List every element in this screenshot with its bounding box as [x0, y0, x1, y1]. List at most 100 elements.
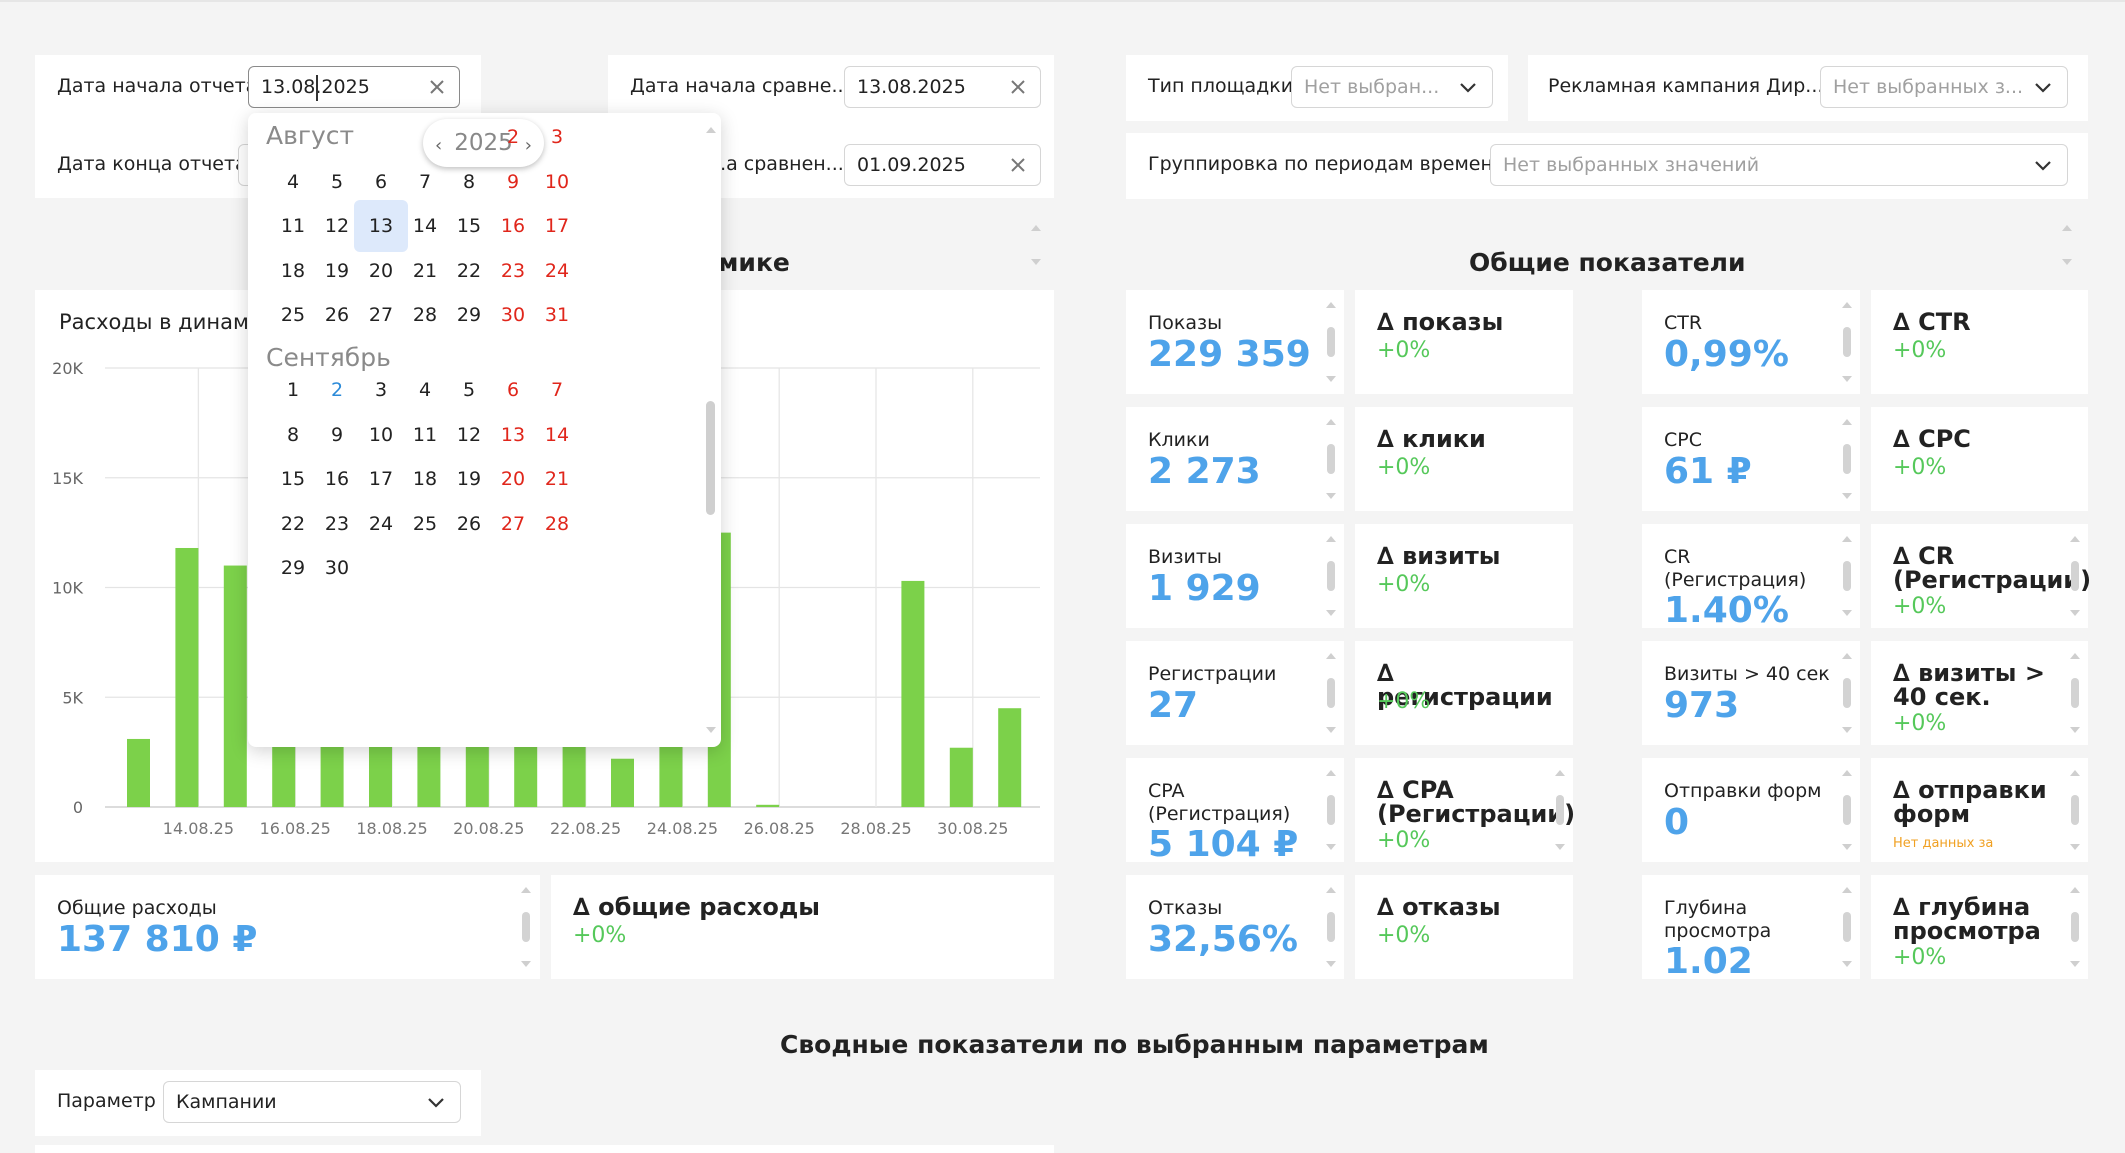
card-scrollbar[interactable] [1326, 419, 1336, 499]
calendar-day[interactable]: 28 [530, 498, 584, 550]
delta-value: +0% [1893, 455, 1947, 480]
summary-section-title: Сводные показатели по выбранным параметр… [780, 1030, 1489, 1059]
metric-label: Визиты > 40 сек [1664, 663, 1830, 685]
card-scrollbar[interactable] [1326, 653, 1336, 733]
metric-value: 1 929 [1148, 568, 1261, 609]
card-scrollbar[interactable] [1326, 302, 1336, 382]
card-scrollbar[interactable] [2070, 887, 2080, 967]
card-scrollbar[interactable] [1555, 770, 1565, 850]
metric-ctr: CTR 0,99% [1642, 290, 1860, 394]
chevron-down-icon [428, 1098, 444, 1108]
metric-delta-form-submissions: ∆ отправки форм Нет данных за [1871, 758, 2088, 862]
delta-value: +0% [1377, 338, 1431, 363]
chevron-left-icon[interactable]: ‹ [435, 135, 442, 156]
metric-delta-clicks: ∆ клики +0% [1355, 407, 1573, 511]
compare-end-input[interactable]: 01.09.2025 [844, 144, 1041, 186]
section-scrollbar[interactable] [2062, 225, 2072, 265]
card-scrollbar[interactable] [1842, 419, 1852, 499]
parameter-label: Параметр [57, 1090, 156, 1112]
chevron-down-icon [1460, 83, 1476, 93]
metric-cpc: CPC 61 ₽ [1642, 407, 1860, 511]
metric-clicks: Клики 2 273 [1126, 407, 1344, 511]
grouping-placeholder: Нет выбранных значений [1503, 154, 1760, 176]
metric-delta-visits-40s: ∆ визиты > 40 сек. +0% [1871, 641, 2088, 745]
card-scrollbar[interactable] [1326, 536, 1336, 616]
top-border [0, 0, 2125, 2]
card-scrollbar[interactable] [1842, 302, 1852, 382]
metric-value: 1.02 [1664, 941, 1753, 982]
metric-depth: Глубина просмотра 1.02 [1642, 875, 1860, 982]
metric-value: 2 273 [1148, 451, 1261, 492]
metric-visits-40s: Визиты > 40 сек 973 [1642, 641, 1860, 745]
card-scrollbar[interactable] [1842, 653, 1852, 733]
metric-delta-depth: ∆ глубина просмотра +0% [1871, 875, 2088, 979]
metric-value: 0 [1664, 802, 1690, 843]
metric-label: Отправки форм [1664, 780, 1822, 802]
metric-delta-ctr: ∆ CTR +0% [1871, 290, 2088, 394]
clear-icon[interactable] [1008, 77, 1028, 97]
delta-value: +0% [1377, 923, 1431, 948]
delta-label: ∆ CPC [1893, 425, 1971, 453]
grouping-label: Группировка по периодам времени [1148, 153, 1506, 175]
card-scrollbar[interactable] [2070, 653, 2080, 733]
overall-section-title: Общие показатели [1469, 248, 1746, 277]
compare-start-input[interactable]: 13.08.2025 [844, 66, 1041, 108]
delta-value: +0% [1893, 945, 1947, 970]
calendar-scrollbar[interactable] [701, 113, 719, 747]
delta-label: ∆ визиты > 40 сек. [1893, 659, 2045, 711]
delta-label: ∆ показы [1377, 308, 1504, 336]
delta-spend-value: +0% [573, 923, 627, 948]
platform-select[interactable]: Нет выбран... [1291, 66, 1493, 108]
dynamics-section-title: мике [718, 248, 790, 277]
delta-label: ∆ CTR [1893, 308, 1971, 336]
delta-value: +0% [1377, 572, 1431, 597]
delta-value: +0% [1893, 338, 1947, 363]
metric-label: Глубина просмотра [1664, 897, 1772, 942]
metric-label: Отказы [1148, 897, 1223, 919]
metric-value: 61 ₽ [1664, 451, 1752, 492]
card-scrollbar[interactable] [1842, 770, 1852, 850]
card-scrollbar[interactable] [2070, 536, 2080, 616]
parameter-panel: Параметр Кампании [35, 1070, 481, 1136]
delta-value: +0% [1377, 828, 1431, 853]
calendar-day[interactable]: 31 [530, 289, 584, 341]
card-scrollbar[interactable] [521, 887, 531, 967]
metric-value: 27 [1148, 685, 1199, 726]
card-scrollbar[interactable] [1326, 770, 1336, 850]
chevron-down-icon [2035, 83, 2051, 93]
delta-label: ∆ CPA (Регистрации) [1377, 776, 1576, 828]
campaign-select[interactable]: Нет выбранных з... [1820, 66, 2068, 108]
report-start-input[interactable]: 13.08.2025 [248, 66, 460, 108]
metric-cr: CR (Регистрация) 1.40% [1642, 524, 1860, 631]
metric-value: 229 359 [1148, 334, 1311, 375]
calendar-day[interactable]: 30 [310, 542, 364, 594]
platform-filter-panel: Тип площадки Нет выбран... [1126, 55, 1508, 121]
summary-table-top [35, 1145, 1054, 1153]
delta-label: ∆ отказы [1377, 893, 1501, 921]
metric-label: CPA (Регистрация) [1148, 780, 1291, 825]
metric-label: CR (Регистрация) [1664, 546, 1807, 591]
section-scrollbar[interactable] [1031, 225, 1041, 265]
card-scrollbar[interactable] [2070, 770, 2080, 850]
clear-icon[interactable] [427, 77, 447, 97]
platform-placeholder: Нет выбран... [1304, 76, 1440, 98]
parameter-select[interactable]: Кампании [163, 1081, 461, 1123]
metric-registrations: Регистрации 27 [1126, 641, 1344, 745]
metric-impressions: Показы 229 359 [1126, 290, 1344, 394]
campaign-label: Рекламная кампания Дир... [1548, 75, 1824, 97]
card-scrollbar[interactable] [1842, 887, 1852, 967]
delta-value: +0% [1893, 711, 1947, 736]
report-end-label: Дата конца отчета [57, 153, 247, 175]
no-data-note: Нет данных за [1893, 836, 1994, 851]
metric-label: Клики [1148, 429, 1210, 451]
grouping-select[interactable]: Нет выбранных значений [1490, 144, 2068, 186]
metric-visits: Визиты 1 929 [1126, 524, 1344, 628]
metric-form-submissions: Отправки форм 0 [1642, 758, 1860, 862]
card-scrollbar[interactable] [1326, 887, 1336, 967]
chevron-down-icon [2035, 161, 2051, 171]
metric-value: 32,56% [1148, 919, 1298, 960]
card-scrollbar[interactable] [1842, 536, 1852, 616]
clear-icon[interactable] [1008, 155, 1028, 175]
total-spend-value: 137 810 ₽ [57, 919, 258, 960]
platform-label: Тип площадки [1148, 75, 1294, 97]
